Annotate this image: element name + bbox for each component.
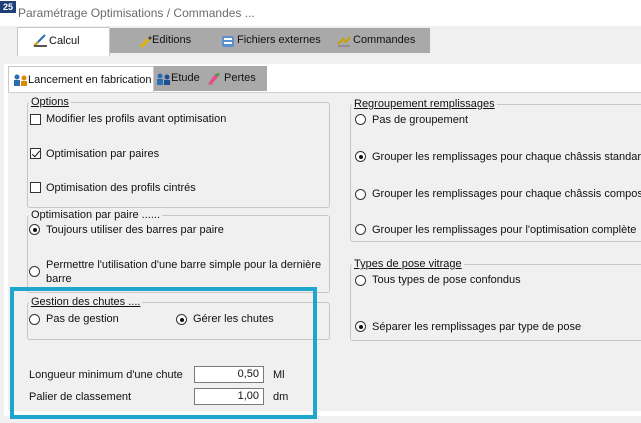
radio-grouper-standard-label: Grouper les remplissages pour chaque châ… xyxy=(372,151,641,163)
optimisation-paire-legend: Optimisation par paire ...... xyxy=(29,209,162,221)
subtab-etude[interactable]: Etude xyxy=(156,66,204,91)
radio-grouper-compose[interactable] xyxy=(355,189,366,200)
radio-toujours-paire[interactable] xyxy=(29,224,40,235)
radio-tous-types-pose[interactable] xyxy=(355,275,366,286)
checkbox-optimisation-paires[interactable] xyxy=(30,148,41,159)
radio-pas-de-groupement-label: Pas de groupement xyxy=(372,114,469,126)
subtab-pertes[interactable]: Pertes xyxy=(207,66,265,91)
pencil-icon xyxy=(140,36,152,48)
radio-grouper-complete[interactable] xyxy=(355,224,366,235)
radio-pas-de-groupement[interactable] xyxy=(355,114,366,125)
radio-separer-remplissages-label: Séparer les remplissages par type de pos… xyxy=(372,321,582,333)
options-legend: Options xyxy=(29,96,71,108)
checkbox-profils-cintres[interactable] xyxy=(30,182,41,193)
calculate-icon xyxy=(33,34,47,47)
commandes-icon xyxy=(337,36,351,47)
checkbox-modifier-profils-label: Modifier les profils avant optimisation xyxy=(46,113,227,125)
subtab-lancement-label: Lancement en fabrication xyxy=(28,74,152,86)
tab-fichiers-externes-label: Fichiers externes xyxy=(237,34,321,46)
regroupement-legend: Regroupement remplissages xyxy=(352,98,497,110)
tab-editions-label: Editions xyxy=(152,34,192,46)
people-icon xyxy=(157,73,170,85)
checkbox-modifier-profils[interactable] xyxy=(30,114,41,125)
radio-barre-simple-label-line2: barre xyxy=(46,273,72,285)
radio-tous-types-pose-label: Tous types de pose confondus xyxy=(372,274,521,286)
radio-grouper-complete-label: Grouper les remplissages pour l'optimisa… xyxy=(372,224,637,236)
radio-barre-simple[interactable] xyxy=(29,266,40,277)
database-icon xyxy=(222,36,234,47)
radio-barre-simple-label-line1: Permettre l'utilisation d'une barre simp… xyxy=(46,259,322,271)
radio-toujours-paire-label: Toujours utiliser des barres par paire xyxy=(46,224,224,236)
workers-icon xyxy=(14,74,27,86)
radio-grouper-standard[interactable] xyxy=(355,151,366,162)
subtab-pertes-label: Pertes xyxy=(224,72,256,84)
tab-calcul[interactable]: Calcul xyxy=(17,27,110,57)
tab-commandes-label: Commandes xyxy=(353,34,416,46)
app-icon: 25 xyxy=(0,1,16,13)
tab-calcul-label: Calcul xyxy=(49,35,80,47)
highlight-frame xyxy=(10,287,317,419)
checkbox-profils-cintres-label: Optimisation des profils cintrés xyxy=(46,182,196,194)
checkbox-optimisation-paires-label: Optimisation par paires xyxy=(46,148,160,160)
subtab-etude-label: Etude xyxy=(171,72,200,84)
window-title: Paramétrage Optimisations / Commandes ..… xyxy=(18,6,255,20)
subtab-lancement-en-fabrication[interactable]: Lancement en fabrication xyxy=(8,66,154,94)
pertes-icon xyxy=(208,73,220,85)
types-pose-legend: Types de pose vitrage xyxy=(352,258,464,270)
radio-grouper-compose-label: Grouper les remplissages pour chaque châ… xyxy=(372,188,641,200)
radio-separer-remplissages[interactable] xyxy=(355,321,366,332)
